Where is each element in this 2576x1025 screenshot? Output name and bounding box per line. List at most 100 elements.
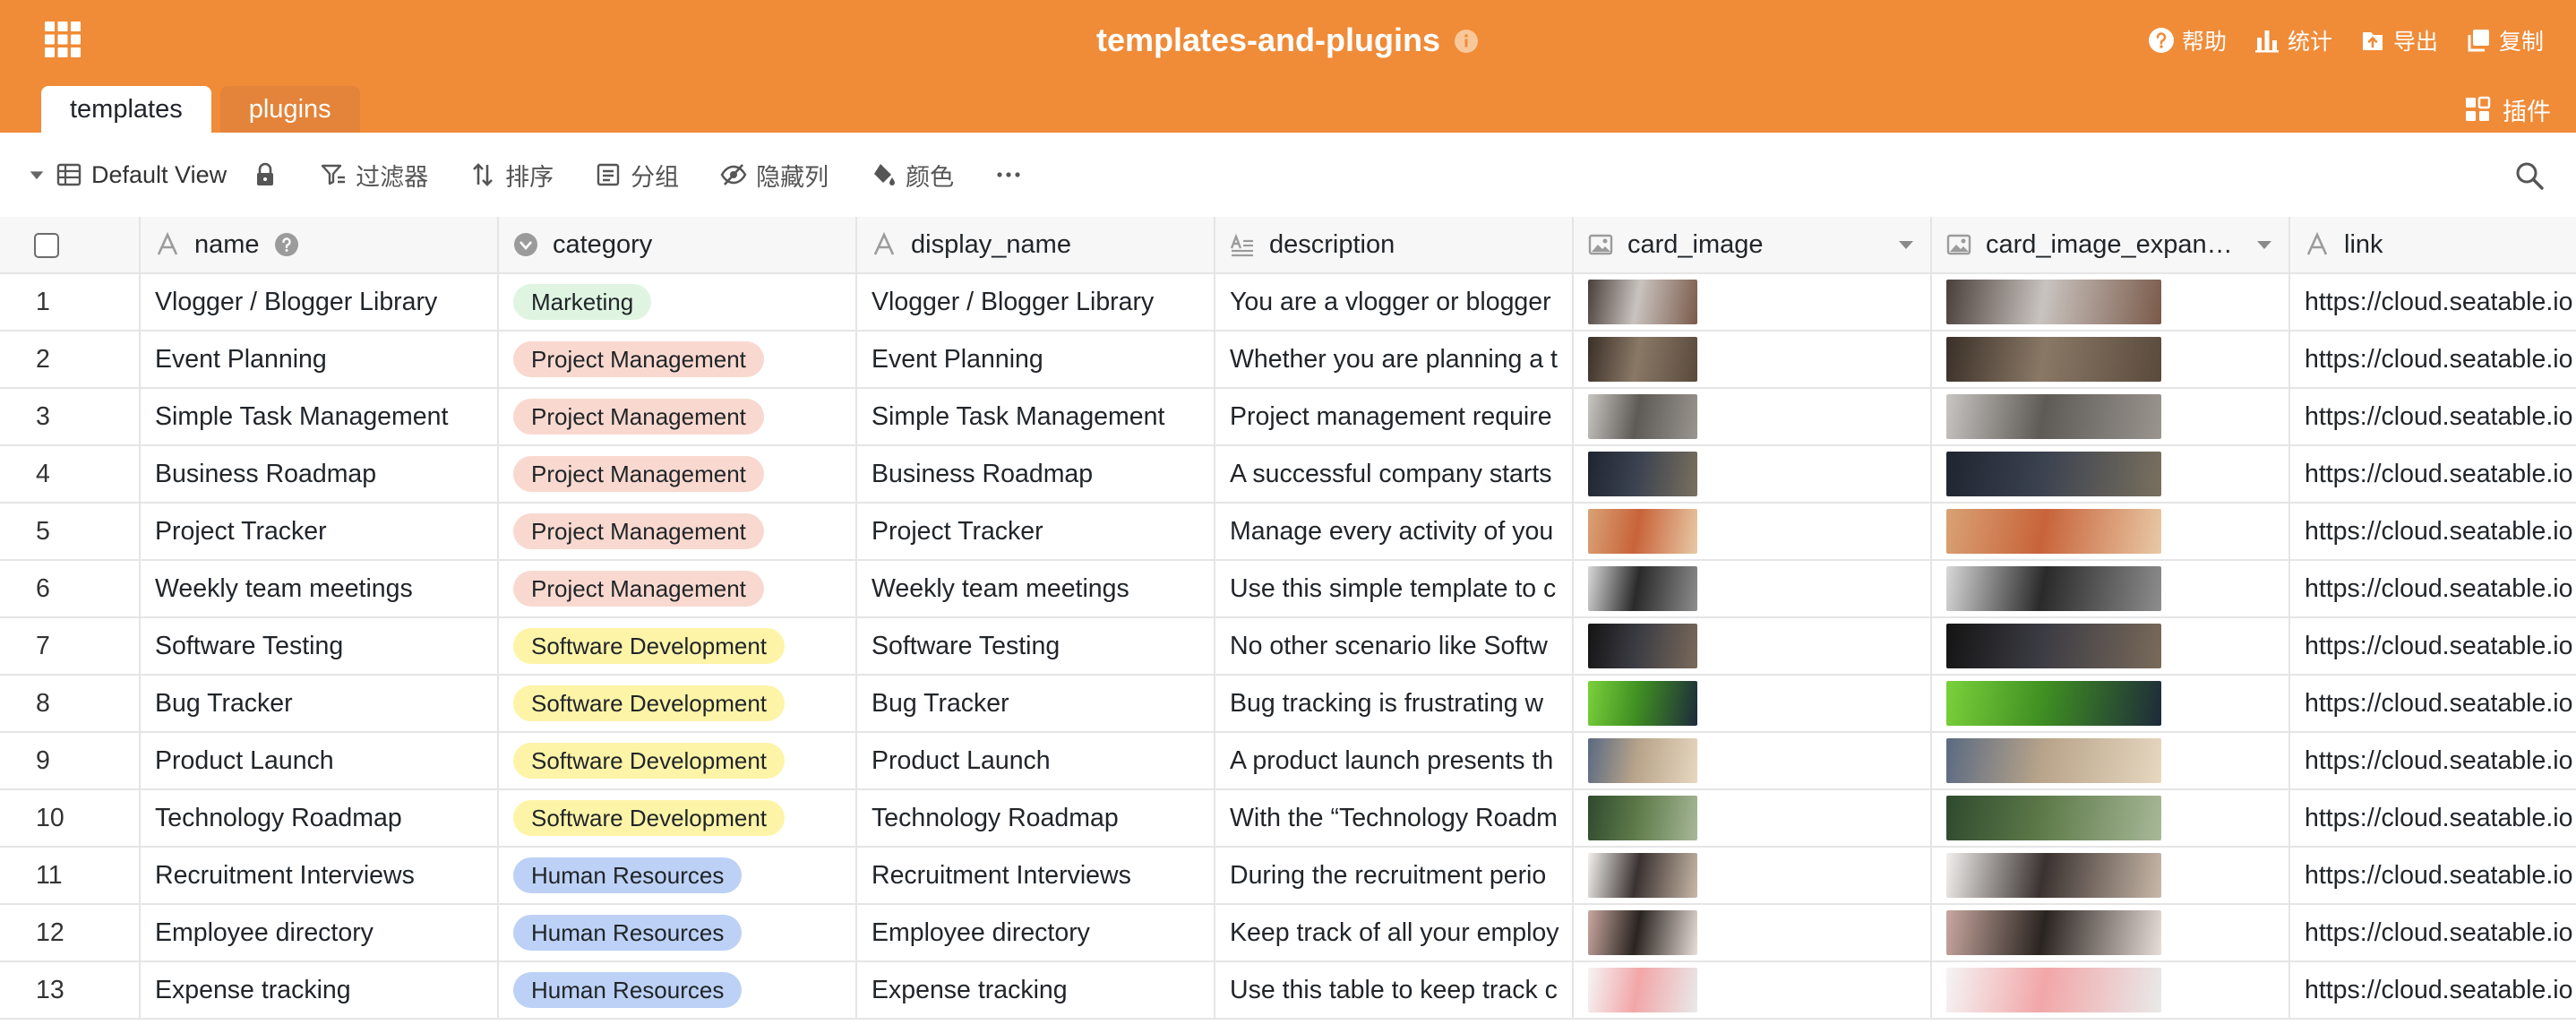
view-selector[interactable]: Default View	[27, 161, 227, 189]
column-header-card-image-expanded[interactable]: card_image_expand...	[1931, 217, 2290, 274]
card-image-expanded-thumbnail[interactable]	[1946, 853, 2161, 898]
row-index[interactable]: 13	[0, 961, 141, 1020]
select-all-checkbox[interactable]	[34, 232, 59, 258]
card-image-expanded-cell[interactable]	[1931, 503, 2290, 561]
description-cell[interactable]: Keep track of all your employ	[1215, 904, 1574, 962]
card-image-expanded-thumbnail[interactable]	[1946, 566, 2161, 611]
category-cell[interactable]: Software Development	[498, 789, 857, 848]
card-image-expanded-cell[interactable]	[1931, 732, 2290, 790]
card-image-expanded-cell[interactable]	[1931, 904, 2290, 962]
category-cell[interactable]: Human Resources	[498, 847, 857, 905]
card-image-cell[interactable]	[1573, 617, 1932, 676]
name-cell[interactable]: Project Tracker	[140, 503, 499, 561]
name-cell[interactable]: Weekly team meetings	[140, 560, 499, 618]
link-cell[interactable]: https://cloud.seatable.io	[2289, 904, 2576, 962]
card-image-expanded-cell[interactable]	[1931, 675, 2290, 733]
display-name-cell[interactable]: Technology Roadmap	[856, 789, 1215, 848]
card-image-expanded-cell[interactable]	[1931, 617, 2290, 676]
category-cell[interactable]: Marketing	[498, 273, 857, 332]
link-cell[interactable]: https://cloud.seatable.io	[2289, 961, 2576, 1020]
display-name-cell[interactable]: Vlogger / Blogger Library	[856, 273, 1215, 332]
name-cell[interactable]: Bug Tracker	[140, 675, 499, 733]
display-name-cell[interactable]: Business Roadmap	[856, 445, 1215, 504]
help-button[interactable]: 帮助	[2148, 24, 2227, 56]
card-image-expanded-cell[interactable]	[1931, 789, 2290, 848]
row-index[interactable]: 8	[0, 675, 141, 733]
card-image-expanded-cell[interactable]	[1931, 560, 2290, 618]
card-image-expanded-cell[interactable]	[1931, 445, 2290, 504]
card-image-expanded-thumbnail[interactable]	[1946, 337, 2161, 382]
card-image-thumbnail[interactable]	[1588, 853, 1697, 898]
link-cell[interactable]: https://cloud.seatable.io	[2289, 560, 2576, 618]
row-index[interactable]: 1	[0, 273, 141, 332]
card-image-cell[interactable]	[1573, 789, 1932, 848]
card-image-thumbnail[interactable]	[1588, 452, 1697, 496]
description-cell[interactable]: No other scenario like Softw	[1215, 617, 1574, 676]
card-image-expanded-thumbnail[interactable]	[1946, 394, 2161, 439]
display-name-cell[interactable]: Weekly team meetings	[856, 560, 1215, 618]
description-cell[interactable]: Project management require	[1215, 388, 1574, 446]
card-image-cell[interactable]	[1573, 904, 1932, 962]
display-name-cell[interactable]: Recruitment Interviews	[856, 847, 1215, 905]
row-index[interactable]: 9	[0, 732, 141, 790]
name-cell[interactable]: Vlogger / Blogger Library	[140, 273, 499, 332]
table-row[interactable]: 9 Product Launch Software Development Produ…	[0, 732, 2576, 790]
row-index[interactable]: 7	[0, 617, 141, 676]
display-name-cell[interactable]: Project Tracker	[856, 503, 1215, 561]
description-cell[interactable]: With the “Technology Roadm	[1215, 789, 1574, 848]
card-image-expanded-cell[interactable]	[1931, 847, 2290, 905]
row-index[interactable]: 5	[0, 503, 141, 561]
category-cell[interactable]: Project Management	[498, 388, 857, 446]
description-cell[interactable]: Use this simple template to c	[1215, 560, 1574, 618]
card-image-cell[interactable]	[1573, 560, 1932, 618]
category-cell[interactable]: Software Development	[498, 617, 857, 676]
view-lock-button[interactable]	[252, 161, 279, 188]
table-row[interactable]: 10 Technology Roadmap Software Development…	[0, 789, 2576, 848]
display-name-cell[interactable]: Product Launch	[856, 732, 1215, 790]
table-row[interactable]: 1 Vlogger / Blogger Library Marketing Vlogg…	[0, 273, 2576, 332]
export-button[interactable]: 导出	[2359, 24, 2438, 56]
group-button[interactable]: 分组	[595, 158, 679, 193]
table-row[interactable]: 12 Employee directory Human Resources Emplo…	[0, 904, 2576, 962]
link-cell[interactable]: https://cloud.seatable.io	[2289, 789, 2576, 848]
card-image-expanded-thumbnail[interactable]	[1946, 452, 2161, 496]
card-image-expanded-thumbnail[interactable]	[1946, 280, 2161, 324]
row-color-button[interactable]: 颜色	[870, 158, 954, 193]
link-cell[interactable]: https://cloud.seatable.io	[2289, 388, 2576, 446]
name-cell[interactable]: Simple Task Management	[140, 388, 499, 446]
row-index[interactable]: 11	[0, 847, 141, 905]
card-image-thumbnail[interactable]	[1588, 624, 1697, 668]
table-row[interactable]: 3 Simple Task Management Project Managemen…	[0, 388, 2576, 446]
card-image-cell[interactable]	[1573, 445, 1932, 504]
link-cell[interactable]: https://cloud.seatable.io	[2289, 617, 2576, 676]
column-header-category[interactable]: category	[498, 217, 857, 274]
card-image-expanded-thumbnail[interactable]	[1946, 738, 2161, 783]
name-cell[interactable]: Expense tracking	[140, 961, 499, 1020]
plugins-button[interactable]: 插件	[2463, 90, 2551, 129]
link-cell[interactable]: https://cloud.seatable.io	[2289, 503, 2576, 561]
name-cell[interactable]: Event Planning	[140, 331, 499, 389]
category-cell[interactable]: Human Resources	[498, 961, 857, 1020]
apps-grid-icon[interactable]	[43, 20, 82, 59]
card-image-thumbnail[interactable]	[1588, 394, 1697, 439]
statistics-button[interactable]: 统计	[2254, 24, 2332, 56]
link-cell[interactable]: https://cloud.seatable.io	[2289, 675, 2576, 733]
card-image-cell[interactable]	[1573, 961, 1932, 1020]
column-header-link[interactable]: link	[2289, 217, 2576, 274]
description-cell[interactable]: Whether you are planning a t	[1215, 331, 1574, 389]
display-name-cell[interactable]: Software Testing	[856, 617, 1215, 676]
display-name-cell[interactable]: Simple Task Management	[856, 388, 1215, 446]
card-image-thumbnail[interactable]	[1588, 566, 1697, 611]
category-cell[interactable]: Project Management	[498, 503, 857, 561]
card-image-expanded-thumbnail[interactable]	[1946, 681, 2161, 726]
table-row[interactable]: 5 Project Tracker Project Management Projec…	[0, 503, 2576, 561]
table-row[interactable]: 6 Weekly team meetings Project Management W…	[0, 560, 2576, 618]
name-cell[interactable]: Business Roadmap	[140, 445, 499, 504]
category-cell[interactable]: Human Resources	[498, 904, 857, 962]
card-image-cell[interactable]	[1573, 847, 1932, 905]
category-cell[interactable]: Project Management	[498, 331, 857, 389]
name-cell[interactable]: Recruitment Interviews	[140, 847, 499, 905]
chevron-down-icon[interactable]	[2254, 235, 2274, 254]
base-title[interactable]: templates-and-plugins	[1096, 22, 1440, 59]
card-image-thumbnail[interactable]	[1588, 796, 1697, 840]
